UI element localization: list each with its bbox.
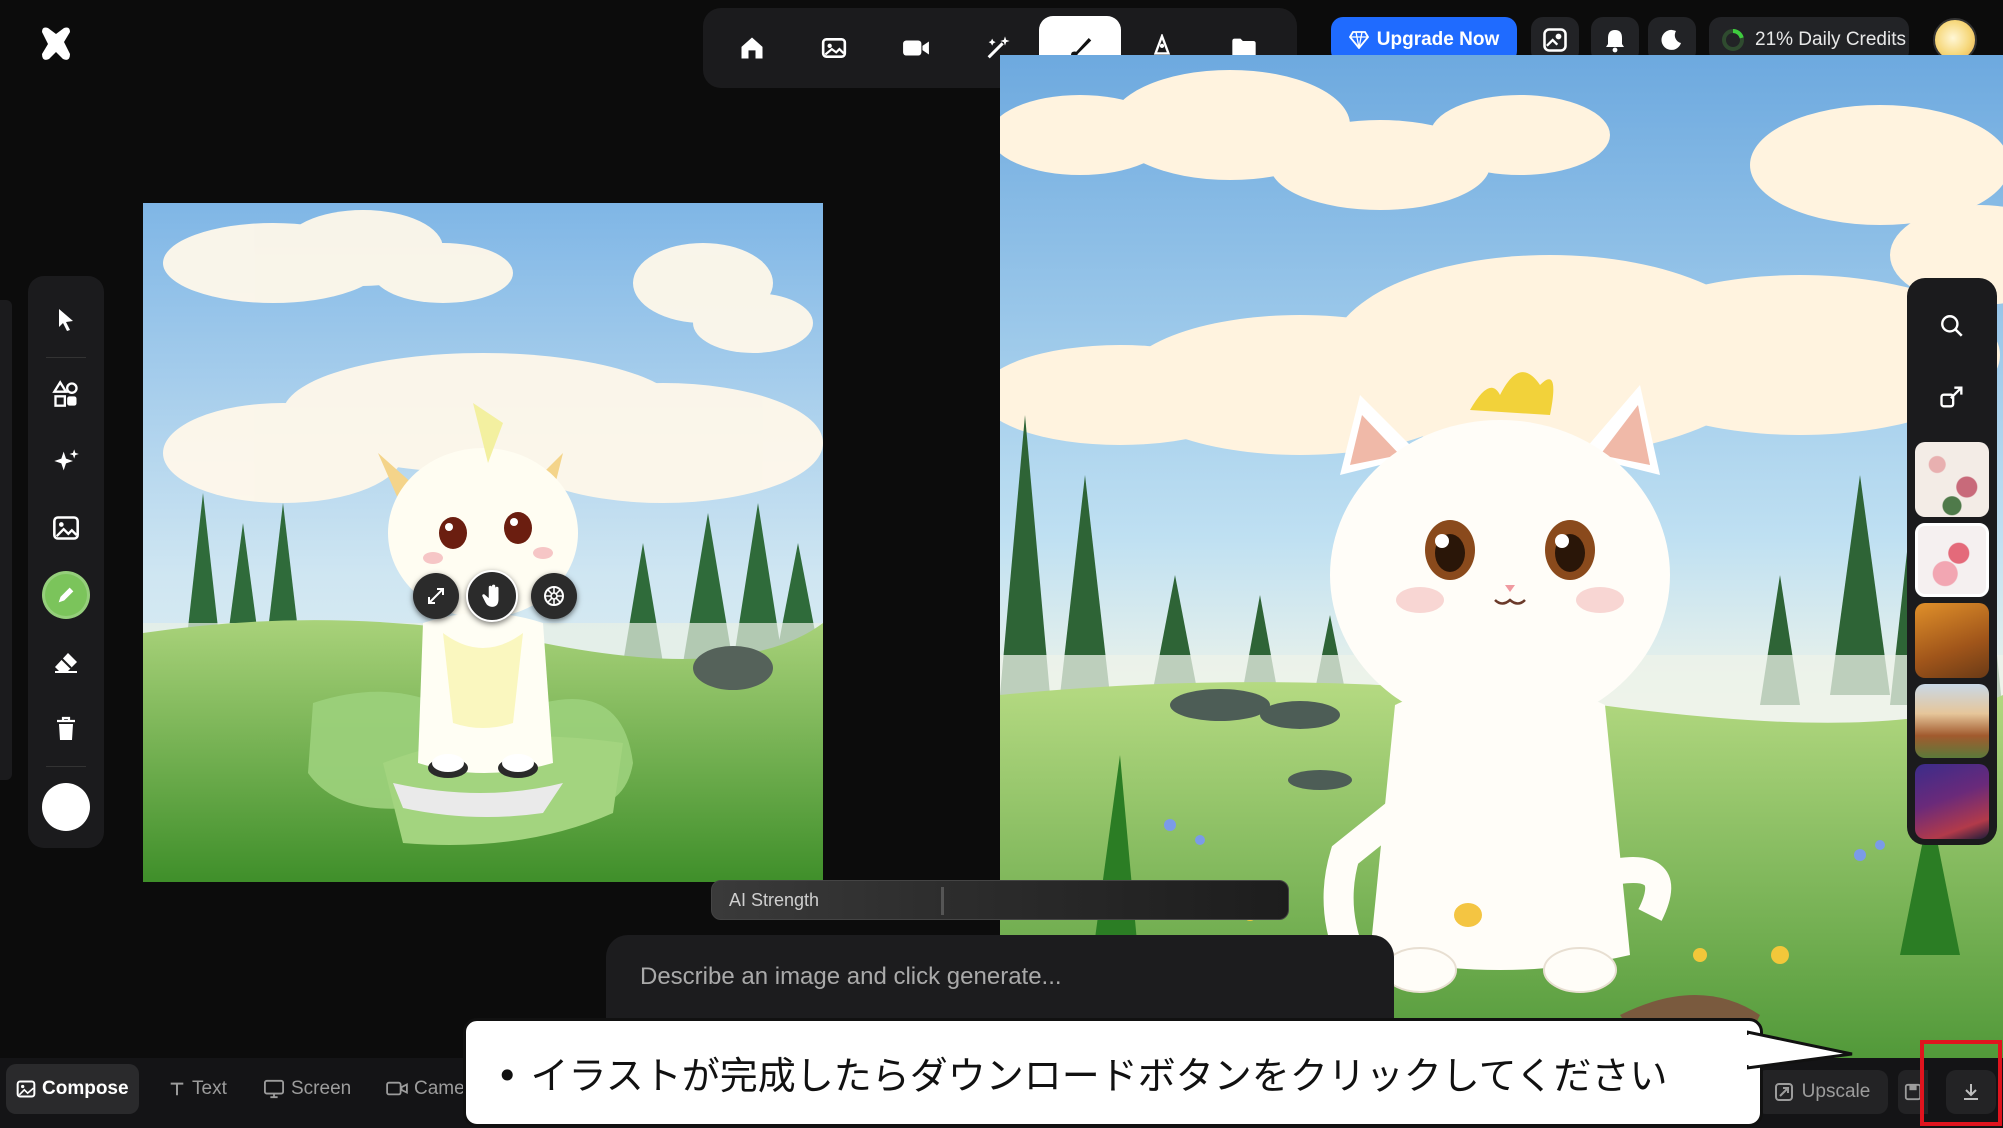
image-tool-button[interactable] xyxy=(40,502,92,554)
pencil-icon xyxy=(55,584,77,606)
export-button[interactable] xyxy=(1926,371,1978,422)
settings-wheel-icon xyxy=(543,585,565,607)
eraser-tool-button[interactable] xyxy=(40,636,92,688)
history-thumbnail[interactable] xyxy=(1915,522,1989,598)
brush-color-button[interactable] xyxy=(40,569,92,621)
ai-enhance-tool-button[interactable] xyxy=(40,435,92,487)
history-thumbnail[interactable] xyxy=(1915,442,1989,517)
nav-video-button[interactable] xyxy=(875,16,957,80)
prompt-placeholder: Describe an image and click generate... xyxy=(640,963,1062,990)
credits-ring-icon xyxy=(1721,28,1745,52)
search-button[interactable] xyxy=(1926,300,1978,351)
tab-label: Compose xyxy=(42,1078,129,1099)
shapes-tool-button[interactable] xyxy=(40,368,92,420)
select-tool-button[interactable] xyxy=(40,294,92,346)
bell-icon xyxy=(1603,27,1627,53)
gallery-icon xyxy=(1541,26,1569,54)
tab-label: Came xyxy=(414,1078,465,1099)
select-arrow-icon xyxy=(54,307,78,333)
sparkles-icon xyxy=(52,447,80,475)
download-highlight-box xyxy=(1920,1040,2002,1126)
expand-icon xyxy=(426,586,446,606)
video-icon xyxy=(902,36,930,60)
tab-text[interactable]: Text xyxy=(158,1064,237,1114)
settings-button[interactable] xyxy=(531,573,577,619)
tab-screen[interactable]: Screen xyxy=(253,1064,361,1114)
tab-camera[interactable]: Came xyxy=(376,1064,475,1114)
camera-icon xyxy=(386,1080,408,1098)
text-icon xyxy=(168,1080,186,1098)
history-thumbnail[interactable] xyxy=(1915,764,1989,839)
image-icon xyxy=(16,1079,36,1099)
tab-compose[interactable]: Compose xyxy=(6,1064,139,1114)
left-toolbar xyxy=(28,276,104,848)
image-icon xyxy=(821,35,847,61)
history-panel xyxy=(1907,278,1997,845)
home-icon xyxy=(738,34,766,62)
nav-home-button[interactable] xyxy=(711,16,793,80)
expand-button[interactable] xyxy=(413,573,459,619)
eraser-icon xyxy=(52,650,80,674)
ai-strength-slider[interactable]: AI Strength xyxy=(711,880,1289,920)
slider-handle[interactable] xyxy=(941,887,945,915)
nav-image-button[interactable] xyxy=(793,16,875,80)
diamond-icon xyxy=(1348,31,1369,49)
brush-size-swatch[interactable] xyxy=(42,783,90,831)
sketch-canvas[interactable] xyxy=(143,203,823,882)
search-icon xyxy=(1939,313,1965,339)
toolbar-divider xyxy=(46,766,86,767)
upscale-icon xyxy=(1774,1082,1794,1102)
history-thumbnail[interactable] xyxy=(1915,683,1989,759)
side-drawer-handle[interactable] xyxy=(0,300,12,780)
move-button[interactable] xyxy=(466,570,518,622)
history-thumbnail[interactable] xyxy=(1915,603,1989,678)
shapes-icon xyxy=(52,380,80,408)
toolbar-divider xyxy=(46,357,86,358)
tutorial-callout: • イラストが完成したらダウンロードボタンをクリックしてください xyxy=(463,1018,1763,1127)
monitor-icon xyxy=(263,1079,285,1099)
tab-label: Text xyxy=(192,1078,227,1099)
credits-label: 21% Daily Credits xyxy=(1755,29,1906,50)
moon-icon xyxy=(1660,28,1684,52)
image-icon xyxy=(52,514,80,542)
upgrade-label: Upgrade Now xyxy=(1376,29,1500,50)
tab-label: Screen xyxy=(291,1078,352,1099)
pan-hand-icon xyxy=(479,583,505,609)
trash-icon xyxy=(55,716,77,742)
export-icon xyxy=(1938,383,1966,411)
callout-text: • イラストが完成したらダウンロードボタンをクリックしてください xyxy=(496,1054,1668,1098)
color-swatch xyxy=(42,571,90,619)
delete-tool-button[interactable] xyxy=(40,703,92,755)
ai-strength-label: AI Strength xyxy=(729,889,820,910)
app-logo[interactable] xyxy=(36,24,76,64)
upscale-label: Upscale xyxy=(1801,1081,1871,1102)
